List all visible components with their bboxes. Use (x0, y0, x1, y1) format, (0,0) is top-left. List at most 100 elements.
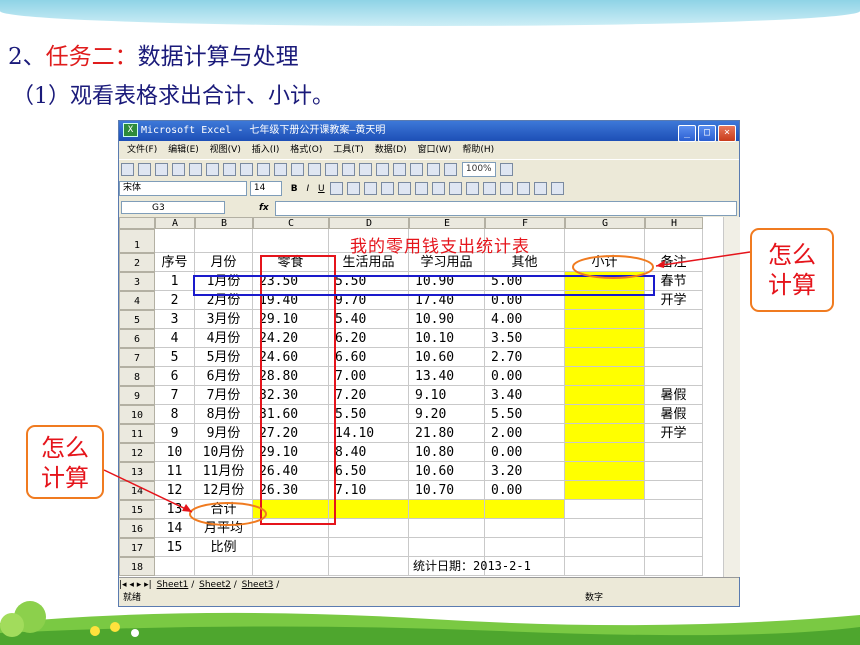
menu-window[interactable]: 窗口(W) (418, 145, 452, 155)
cell-b1[interactable] (195, 229, 253, 253)
excel-titlebar[interactable]: X Microsoft Excel - 七年级下册公开课教案—黄天明 _ □ × (119, 121, 739, 142)
cell-c16[interactable] (253, 519, 329, 538)
column-header-c[interactable]: C (253, 217, 329, 229)
italic-icon[interactable]: I (307, 184, 310, 194)
cell-b14[interactable]: 12月份 (195, 481, 253, 500)
cell-h9[interactable]: 暑假 (645, 386, 703, 405)
formula-input[interactable] (275, 201, 737, 216)
row-header-4[interactable]: 4 (119, 291, 155, 310)
cell-e2[interactable]: 学习用品 (409, 253, 485, 272)
row-header-17[interactable]: 17 (119, 538, 155, 557)
cell-h5[interactable] (645, 310, 703, 329)
minimize-button[interactable]: _ (678, 125, 696, 142)
cell-f7[interactable]: 2.70 (485, 348, 565, 367)
bold-icon[interactable]: B (291, 184, 298, 194)
cell-g1[interactable] (565, 229, 645, 253)
cell-a10[interactable]: 8 (155, 405, 195, 424)
row-header-18[interactable]: 18 (119, 557, 155, 576)
cell-a6[interactable]: 4 (155, 329, 195, 348)
merge-center-icon[interactable] (380, 182, 394, 195)
cell-c2[interactable]: 零食 (253, 253, 329, 272)
cell-b12[interactable]: 10月份 (195, 443, 253, 462)
cell-g12[interactable] (565, 443, 645, 462)
align-left-icon[interactable] (329, 182, 343, 195)
row-header-9[interactable]: 9 (119, 386, 155, 405)
cell-g16[interactable] (565, 519, 645, 538)
open-icon[interactable] (138, 163, 151, 176)
cell-a3[interactable]: 1 (155, 272, 195, 291)
cell-b7[interactable]: 5月份 (195, 348, 253, 367)
cell-f15[interactable] (485, 500, 565, 519)
cell-g15[interactable] (565, 500, 645, 519)
cell-f16[interactable] (485, 519, 565, 538)
cell-f9[interactable]: 3.40 (485, 386, 565, 405)
align-center-icon[interactable] (346, 182, 360, 195)
cell-c4[interactable]: 19.40 (253, 291, 329, 310)
cell-e8[interactable]: 13.40 (409, 367, 485, 386)
cell-c6[interactable]: 24.20 (253, 329, 329, 348)
cell-f3[interactable]: 5.00 (485, 272, 565, 291)
cell-e9[interactable]: 9.10 (409, 386, 485, 405)
cell-h7[interactable] (645, 348, 703, 367)
column-header-d[interactable]: D (329, 217, 409, 229)
cell-a7[interactable]: 5 (155, 348, 195, 367)
hyperlink-icon[interactable] (359, 163, 372, 176)
menu-tools[interactable]: 工具(T) (333, 145, 364, 155)
print-icon[interactable] (189, 163, 202, 176)
cell-h10[interactable]: 暑假 (645, 405, 703, 424)
cell-d11[interactable]: 14.10 (329, 424, 409, 443)
drawing-icon[interactable] (444, 163, 457, 176)
cell-g7[interactable] (565, 348, 645, 367)
row-header-1[interactable]: 1 (119, 229, 155, 253)
column-header-g[interactable]: G (565, 217, 645, 229)
cell-h4[interactable]: 开学 (645, 291, 703, 310)
row-header-16[interactable]: 16 (119, 519, 155, 538)
row-header-3[interactable]: 3 (119, 272, 155, 291)
cell-e16[interactable] (409, 519, 485, 538)
cell-g3[interactable] (565, 272, 645, 291)
copy-icon[interactable] (274, 163, 287, 176)
cell-b4[interactable]: 2月份 (195, 291, 253, 310)
cell-b5[interactable]: 3月份 (195, 310, 253, 329)
cell-g10[interactable] (565, 405, 645, 424)
column-header-f[interactable]: F (485, 217, 565, 229)
cell-b16[interactable]: 月平均 (195, 519, 253, 538)
cell-g8[interactable] (565, 367, 645, 386)
percent-icon[interactable] (414, 182, 428, 195)
cell-h15[interactable] (645, 500, 703, 519)
menu-edit[interactable]: 编辑(E) (168, 145, 199, 155)
column-header-h[interactable]: H (645, 217, 703, 229)
row-header-8[interactable]: 8 (119, 367, 155, 386)
cell-d17[interactable] (329, 538, 409, 557)
menu-insert[interactable]: 插入(I) (252, 145, 280, 155)
cell-e6[interactable]: 10.10 (409, 329, 485, 348)
increase-indent-icon[interactable] (499, 182, 513, 195)
cell-a16[interactable]: 14 (155, 519, 195, 538)
fill-color-icon[interactable] (533, 182, 547, 195)
cell-c12[interactable]: 29.10 (253, 443, 329, 462)
cell-a17[interactable]: 15 (155, 538, 195, 557)
zoom-box[interactable]: 100% (461, 162, 496, 177)
cell-c8[interactable]: 28.80 (253, 367, 329, 386)
cell-a9[interactable]: 7 (155, 386, 195, 405)
cell-f17[interactable] (485, 538, 565, 557)
cell-b3[interactable]: 1月份 (195, 272, 253, 291)
cell-a8[interactable]: 6 (155, 367, 195, 386)
row-header-12[interactable]: 12 (119, 443, 155, 462)
cell-b10[interactable]: 8月份 (195, 405, 253, 424)
cell-e15[interactable] (409, 500, 485, 519)
cell-e5[interactable]: 10.90 (409, 310, 485, 329)
cell-d16[interactable] (329, 519, 409, 538)
cell-b13[interactable]: 11月份 (195, 462, 253, 481)
cell-a14[interactable]: 12 (155, 481, 195, 500)
cell-c10[interactable]: 31.60 (253, 405, 329, 424)
cell-e12[interactable]: 10.80 (409, 443, 485, 462)
help-icon[interactable] (500, 163, 514, 176)
cell-a12[interactable]: 10 (155, 443, 195, 462)
menu-help[interactable]: 帮助(H) (462, 145, 494, 155)
row-header-7[interactable]: 7 (119, 348, 155, 367)
spelling-icon[interactable] (223, 163, 236, 176)
sheet-tab-2[interactable]: Sheet2 (199, 580, 231, 590)
increase-decimal-icon[interactable] (448, 182, 462, 195)
cell-g14[interactable] (565, 481, 645, 500)
